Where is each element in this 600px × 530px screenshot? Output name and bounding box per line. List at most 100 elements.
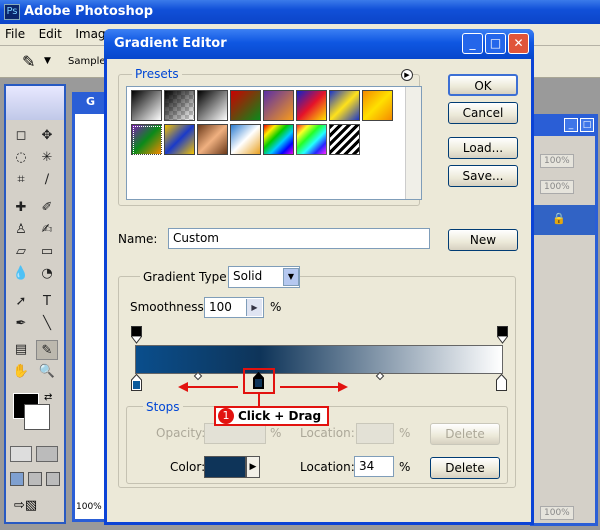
preset-foreground-to-background[interactable] xyxy=(131,90,162,121)
delete-button[interactable]: Delete xyxy=(430,457,500,479)
preset-blue-red-yellow[interactable] xyxy=(296,90,327,121)
color-arrow-icon[interactable]: ▶ xyxy=(246,456,260,478)
preset-spectrum[interactable] xyxy=(263,124,294,155)
presets-menu-arrow-icon[interactable]: ▶ xyxy=(401,69,413,81)
opacity-location-input[interactable] xyxy=(356,423,394,444)
callout-number-badge: 1 xyxy=(218,408,234,424)
menu-edit[interactable]: Edit xyxy=(34,24,67,44)
screen-mode-2-icon[interactable] xyxy=(28,472,42,486)
opacity-location-unit: % xyxy=(399,426,411,440)
drag-arrows xyxy=(178,382,348,392)
new-button[interactable]: New xyxy=(448,229,518,251)
preset-chrome[interactable] xyxy=(230,124,261,155)
preset-transparent-rainbow[interactable] xyxy=(296,124,327,155)
swap-colors-icon[interactable]: ⇄ xyxy=(44,392,52,403)
lasso-icon[interactable]: ◌ xyxy=(10,148,32,168)
notes-icon[interactable]: ▤ xyxy=(10,340,32,360)
presets-label: Presets xyxy=(132,67,182,81)
history-brush-icon[interactable]: ✍ xyxy=(36,220,58,240)
preset-selection-marker xyxy=(133,126,162,155)
layers-panel xyxy=(530,114,598,526)
preset-blue-yellow-blue[interactable] xyxy=(329,90,360,121)
lock-icon: 🔒 xyxy=(552,212,566,225)
screen-mode-3-icon[interactable] xyxy=(46,472,60,486)
color-stop-left[interactable] xyxy=(131,374,142,391)
preset-transparent-stripes[interactable] xyxy=(329,124,360,155)
document-window[interactable] xyxy=(72,92,108,522)
crop-icon[interactable]: ⌗ xyxy=(10,170,32,190)
magic-wand-icon[interactable]: ✳ xyxy=(36,148,58,168)
fill-percent[interactable]: 100% xyxy=(540,180,574,194)
load-button[interactable]: Load... xyxy=(448,137,518,159)
chevron-down-icon[interactable]: ▼ xyxy=(44,56,51,66)
opacity-unit: % xyxy=(270,426,282,440)
chevron-down-icon[interactable]: ▼ xyxy=(283,268,299,286)
ok-button[interactable]: OK xyxy=(448,74,518,96)
move-icon[interactable]: ✥ xyxy=(36,126,58,146)
presets-scrollbar[interactable] xyxy=(405,87,421,199)
document-zoom: 100% xyxy=(76,502,102,512)
eyedropper-tool-icon[interactable]: ✎ xyxy=(36,340,58,360)
preset-yellow-violet-orange-blue[interactable] xyxy=(164,124,195,155)
eraser-icon[interactable]: ▱ xyxy=(10,242,32,262)
pen-icon[interactable]: ✒ xyxy=(10,314,32,334)
preset-violet-orange[interactable] xyxy=(263,90,294,121)
panel-maximize-icon[interactable]: □ xyxy=(580,118,594,132)
screen-mode-1-icon[interactable] xyxy=(10,472,24,486)
smoothness-unit: % xyxy=(270,300,282,314)
name-input[interactable]: Custom xyxy=(168,228,430,249)
stamp-icon[interactable]: ♙ xyxy=(10,220,32,240)
slice-icon[interactable]: ∕ xyxy=(36,170,58,190)
preset-black-white[interactable] xyxy=(197,90,228,121)
maximize-icon[interactable]: □ xyxy=(485,33,506,54)
marquee-icon[interactable]: ◻ xyxy=(10,126,32,146)
callout-text: Click + Drag xyxy=(238,409,322,423)
healing-icon[interactable]: ✚ xyxy=(10,198,32,218)
document-title: G xyxy=(72,92,108,114)
name-label: Name: xyxy=(118,232,158,246)
preset-copper[interactable] xyxy=(197,124,228,155)
preset-foreground-to-transparent[interactable] xyxy=(164,90,195,121)
toolbox-feather-icon[interactable] xyxy=(6,86,64,120)
stops-label: Stops xyxy=(143,400,183,414)
gradient-preview-bar[interactable] xyxy=(135,345,503,374)
zoom-icon[interactable]: 🔍 xyxy=(36,362,58,382)
close-icon[interactable]: ✕ xyxy=(508,33,529,54)
background-color-swatch[interactable] xyxy=(24,404,50,430)
jump-to-imageready-icon[interactable]: ⇨▧ xyxy=(14,498,54,516)
path-select-icon[interactable]: ➚ xyxy=(10,292,32,312)
color-stop-right[interactable] xyxy=(496,374,507,391)
gradient-type-value: Solid xyxy=(233,269,263,283)
smoothness-label: Smoothness: xyxy=(130,300,208,314)
gradient-tool-icon[interactable]: ▭ xyxy=(36,242,58,262)
opacity-delete-button[interactable]: Delete xyxy=(430,423,500,445)
opacity-stop-left[interactable] xyxy=(131,326,142,344)
opacity-percent[interactable]: 100% xyxy=(540,154,574,168)
quickmask-mode-icon[interactable] xyxy=(36,446,58,462)
color-label: Color: xyxy=(170,460,206,474)
preset-orange-yellow-orange[interactable] xyxy=(362,90,393,121)
opacity-input[interactable] xyxy=(204,423,266,444)
line-icon[interactable]: ╲ xyxy=(36,314,58,334)
eyedropper-icon[interactable]: ✎ xyxy=(22,52,35,71)
minimize-icon[interactable]: _ xyxy=(462,33,483,54)
type-icon[interactable]: T xyxy=(36,292,58,312)
blur-icon[interactable]: 💧 xyxy=(10,264,32,284)
cancel-button[interactable]: Cancel xyxy=(448,102,518,124)
panel-minimize-icon[interactable]: _ xyxy=(564,118,578,132)
standard-mode-icon[interactable] xyxy=(10,446,32,462)
opacity-location-label: Location: xyxy=(300,426,355,440)
brush-icon[interactable]: ✐ xyxy=(36,198,58,218)
preset-red-green[interactable] xyxy=(230,90,261,121)
menu-file[interactable]: File xyxy=(0,24,30,44)
app-titlebar: Adobe Photoshop xyxy=(0,0,600,24)
dodge-icon[interactable]: ◔ xyxy=(36,264,58,284)
hand-icon[interactable]: ✋ xyxy=(10,362,32,382)
save-button[interactable]: Save... xyxy=(448,165,518,187)
location-unit: % xyxy=(399,460,411,474)
photoshop-logo-icon: Ps xyxy=(4,4,20,20)
smoothness-slider-arrow-icon[interactable]: ▶ xyxy=(246,299,262,316)
opacity-stop-right[interactable] xyxy=(497,326,508,344)
location-input[interactable]: 34 xyxy=(354,456,394,477)
stop-color-well[interactable] xyxy=(204,456,246,478)
